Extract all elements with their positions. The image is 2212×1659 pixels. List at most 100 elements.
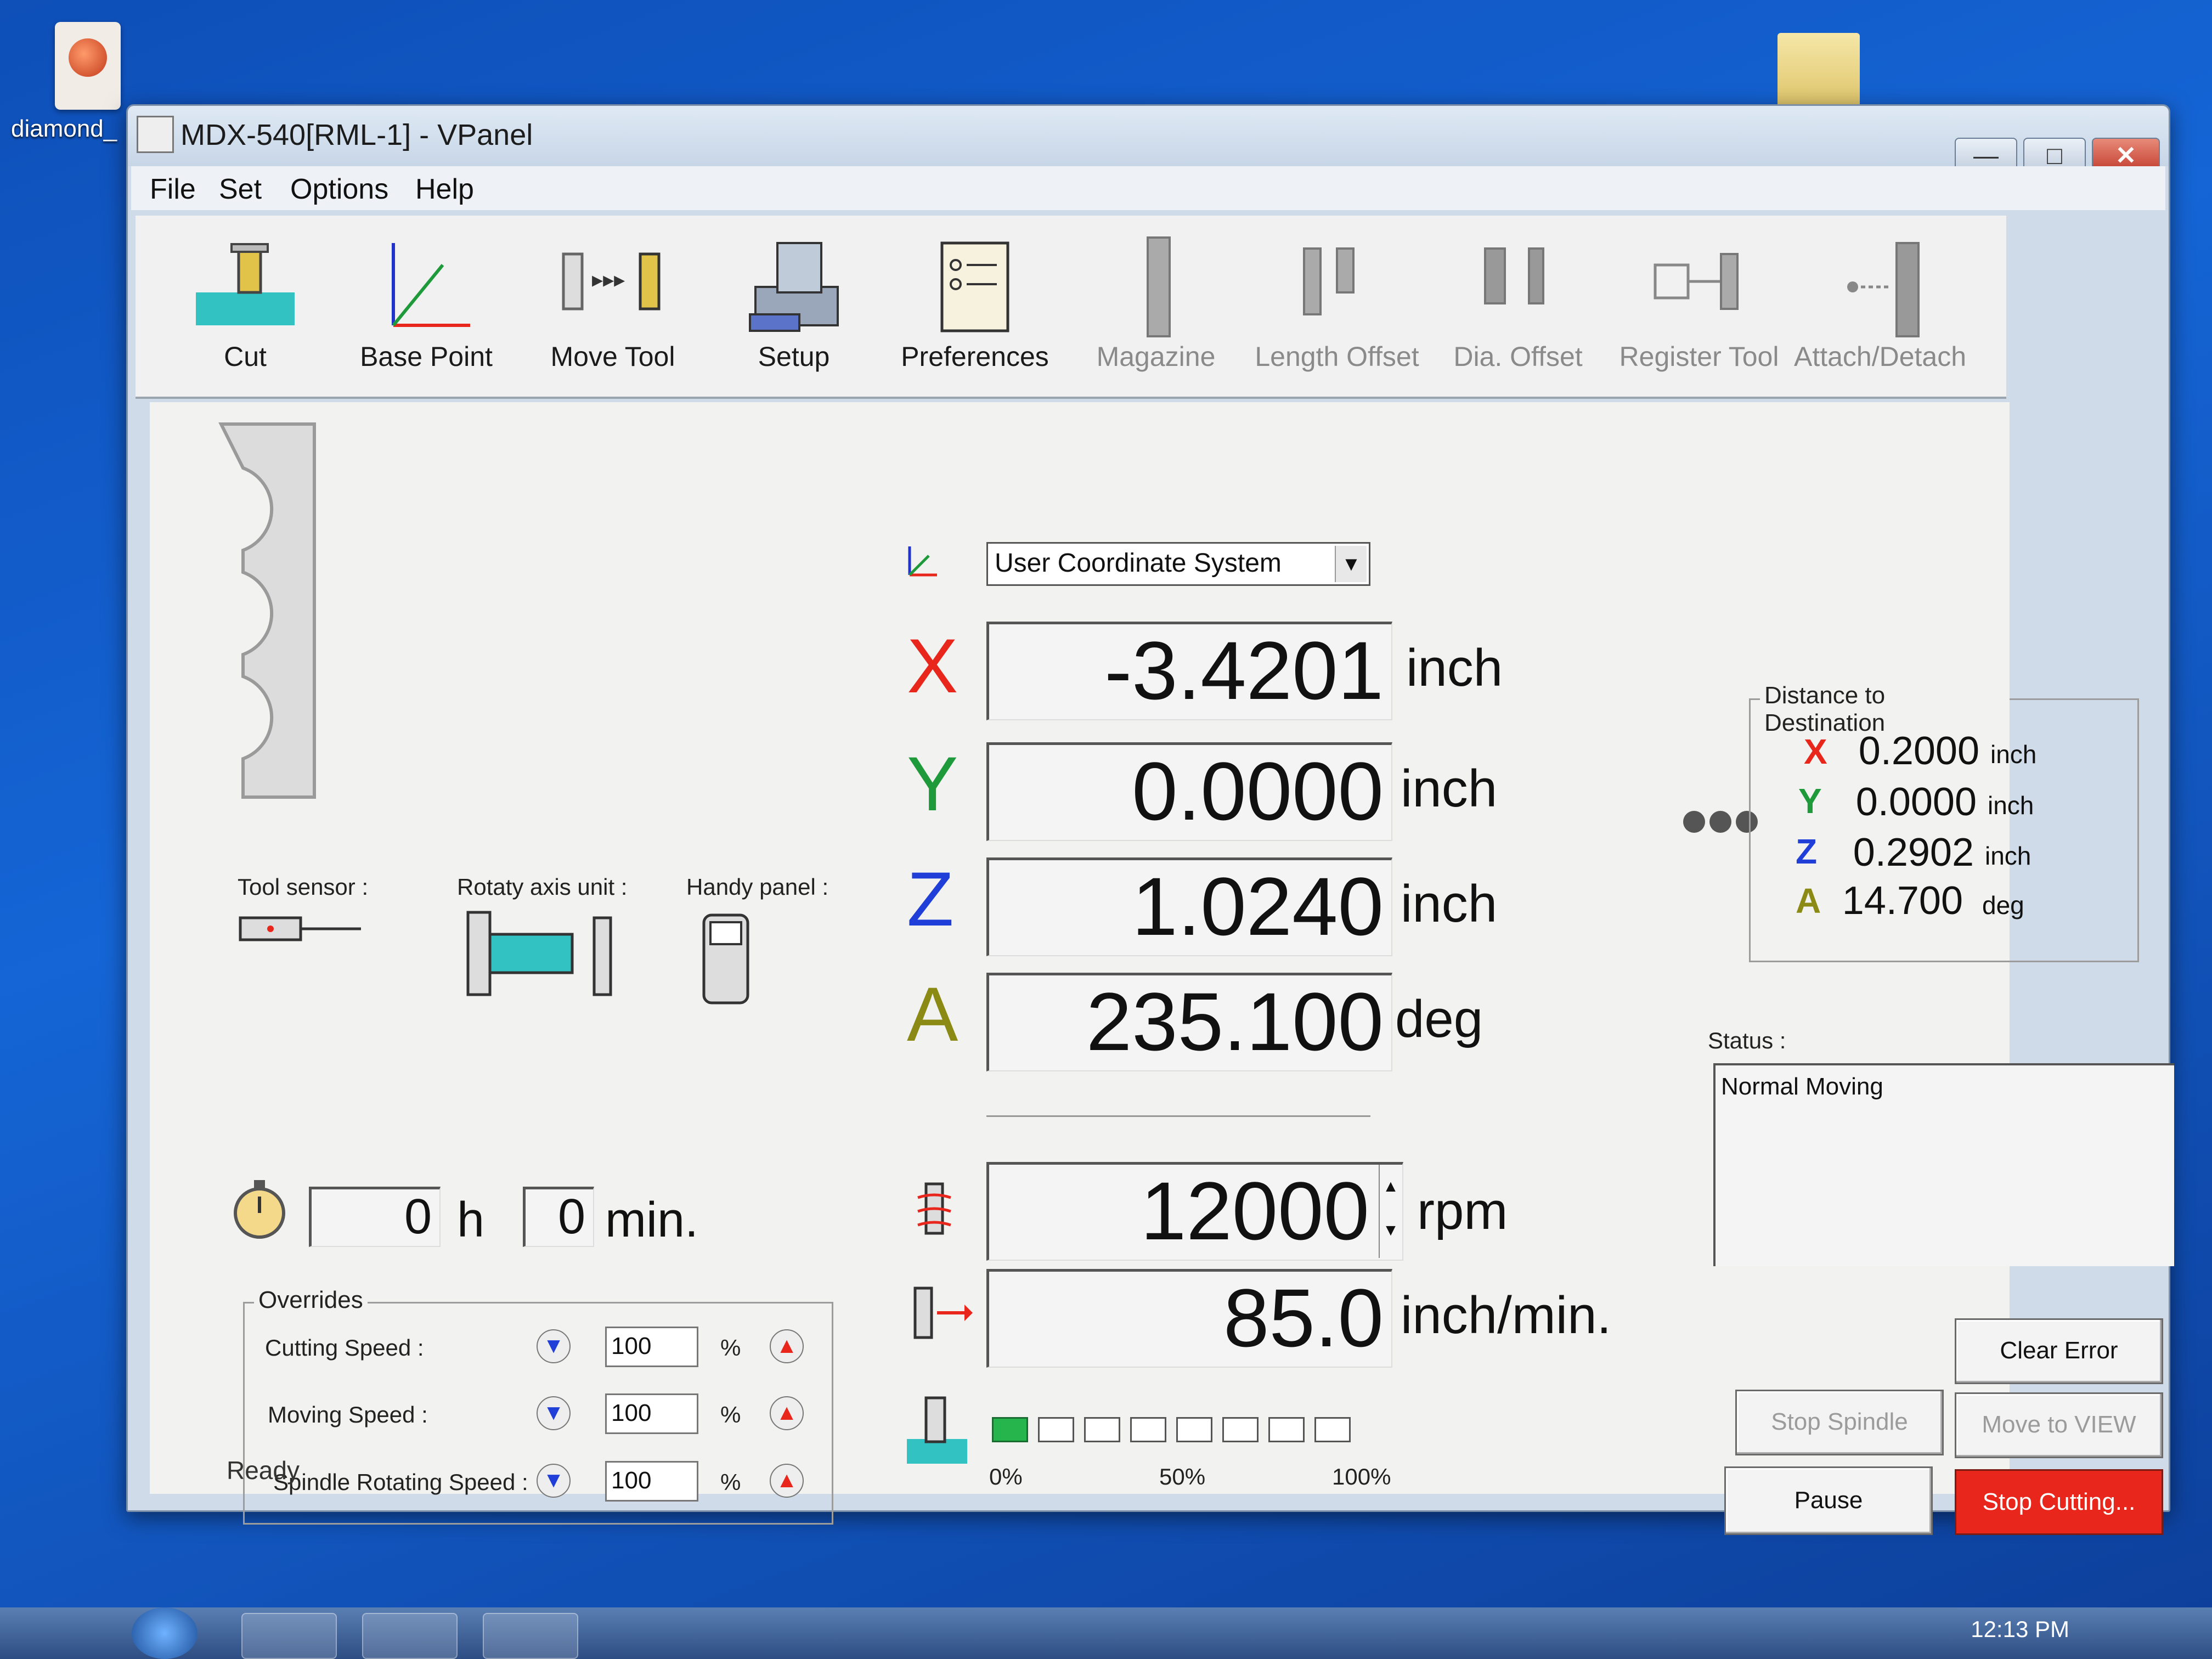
axis-z-value: 1.0240 xyxy=(986,857,1392,956)
status-label: Status : xyxy=(1708,1028,1786,1053)
title-bar[interactable]: MDX-540[RML-1] - VPanel — □ ✕ xyxy=(128,106,2169,175)
magazine-icon xyxy=(1147,236,1171,337)
percent-label: % xyxy=(720,1402,741,1427)
start-button[interactable] xyxy=(132,1607,198,1659)
toolbar-cut[interactable]: Cut xyxy=(157,227,333,391)
length-offset-icon xyxy=(1303,247,1355,315)
attach-detach-icon xyxy=(1847,242,1920,337)
stop-cutting-button[interactable]: Stop Cutting... xyxy=(1955,1469,2163,1535)
progress-cell xyxy=(1084,1417,1120,1442)
progress-cell xyxy=(992,1417,1028,1442)
moving-speed-input[interactable]: 100 xyxy=(605,1393,698,1434)
increase-moving-speed-button[interactable]: ▲ xyxy=(770,1396,804,1430)
spindle-spinner[interactable]: ▲ ▼ xyxy=(1379,1165,1402,1258)
pause-button[interactable]: Pause xyxy=(1724,1466,1933,1535)
spindle-speed-value[interactable]: 12000 xyxy=(986,1162,1403,1261)
menu-bar: File Set Options Help xyxy=(131,166,2165,210)
progress-cell xyxy=(1222,1417,1259,1442)
menu-file[interactable]: File xyxy=(150,173,196,206)
toolbar-register-tool[interactable]: Register Tool xyxy=(1611,227,1787,391)
axis-y-letter: Y xyxy=(907,741,958,827)
toolbar: Cut Base Point ▸▸▸ Move Tool Setup Prefe… xyxy=(136,216,2006,399)
more-options-icon[interactable] xyxy=(1683,811,1758,836)
coordinate-system-value: User Coordinate System xyxy=(995,549,1282,578)
stopwatch-icon xyxy=(234,1180,285,1239)
axis-x-letter: X xyxy=(907,623,958,709)
taskbar-app-button[interactable] xyxy=(362,1613,458,1659)
tool-sensor-label: Tool sensor : xyxy=(238,874,369,900)
toolbar-attach-detach[interactable]: Attach/Detach xyxy=(1792,227,1968,391)
desktop-file-icon[interactable]: diamond_ xyxy=(11,22,137,143)
axis-y-unit: inch xyxy=(1401,759,1498,818)
progress-cell xyxy=(1314,1417,1351,1442)
override-row-label: Cutting Speed : xyxy=(265,1335,424,1361)
progress-label-100: 100% xyxy=(1332,1464,1391,1489)
desktop-icon-label: diamond_ xyxy=(11,115,117,142)
timer-hours: 0 xyxy=(309,1187,441,1247)
taskbar-vpanel-button[interactable] xyxy=(483,1613,578,1659)
axis-z-unit: inch xyxy=(1401,874,1498,933)
divider xyxy=(986,1115,1370,1117)
toolbar-base-point[interactable]: Base Point xyxy=(338,227,514,391)
main-panel: Tool sensor : Rotaty axis unit : Handy p… xyxy=(150,402,2174,1535)
rotary-axis-icon xyxy=(466,911,612,996)
taskbar-explorer-button[interactable] xyxy=(241,1613,337,1659)
dest-x-value: 0.2000 xyxy=(1858,729,1979,773)
progress-label-0: 0% xyxy=(989,1464,1023,1489)
increase-spindle-speed-button[interactable]: ▲ xyxy=(770,1464,804,1498)
toolbar-preferences[interactable]: Preferences xyxy=(887,227,1063,391)
toolbar-setup[interactable]: Setup xyxy=(706,227,882,391)
chevron-down-icon[interactable]: ▼ xyxy=(1335,546,1367,582)
stop-spindle-button[interactable]: Stop Spindle xyxy=(1735,1390,1944,1455)
axis-a-letter: A xyxy=(907,971,958,1057)
dest-a-value: 14.700 xyxy=(1842,879,1963,923)
magazine-illustration-icon xyxy=(218,422,316,799)
taskbar: 12:13 PM xyxy=(0,1607,2212,1659)
dia-offset-icon xyxy=(1484,247,1544,304)
menu-options[interactable]: Options xyxy=(290,173,388,206)
progress-cell xyxy=(1130,1417,1166,1442)
decrease-cutting-speed-button[interactable]: ▼ xyxy=(537,1329,571,1363)
clear-error-button[interactable]: Clear Error xyxy=(1955,1318,2163,1384)
toolbar-length-offset[interactable]: Length Offset xyxy=(1249,227,1425,391)
override-row-label: Spindle Rotating Speed : xyxy=(273,1469,528,1495)
spindle-speed-input[interactable]: 100 xyxy=(605,1461,698,1502)
timer-minutes: 0 xyxy=(523,1187,594,1247)
decrease-moving-speed-button[interactable]: ▼ xyxy=(537,1396,571,1430)
increase-cutting-speed-button[interactable]: ▲ xyxy=(770,1329,804,1363)
axis-y-value: 0.0000 xyxy=(986,742,1392,841)
dest-y-value: 0.0000 xyxy=(1855,780,1977,824)
axis-x-value: -3.4201 xyxy=(986,622,1392,720)
axis-x-unit: inch xyxy=(1406,639,1503,697)
axis-z-letter: Z xyxy=(907,856,954,942)
menu-set[interactable]: Set xyxy=(219,173,262,206)
cutting-speed-input[interactable]: 100 xyxy=(605,1327,698,1367)
svg-text:▸▸▸: ▸▸▸ xyxy=(592,267,625,292)
spindle-unit: rpm xyxy=(1417,1182,1508,1240)
window-title: MDX-540[RML-1] - VPanel xyxy=(180,119,533,151)
toolbar-magazine[interactable]: Magazine xyxy=(1068,227,1244,391)
progress-cell xyxy=(1038,1417,1074,1442)
status-box: Normal Moving xyxy=(1713,1063,2174,1266)
axis-a-unit: deg xyxy=(1395,990,1483,1048)
decrease-spindle-speed-button[interactable]: ▼ xyxy=(537,1464,571,1498)
dest-y-unit: inch xyxy=(1988,791,2034,820)
coordinate-system-icon xyxy=(908,546,937,577)
dest-a-unit: deg xyxy=(1982,891,2024,919)
progress-cell xyxy=(1176,1417,1212,1442)
timer-hours-label: h xyxy=(457,1193,485,1248)
override-row-label: Moving Speed : xyxy=(268,1402,428,1427)
move-to-view-button[interactable]: Move to VIEW xyxy=(1955,1392,2163,1458)
cutting-progress-icon xyxy=(907,1396,967,1464)
progress-label-50: 50% xyxy=(1159,1464,1206,1489)
feed-rate-icon xyxy=(913,1286,973,1339)
dest-z-value: 0.2902 xyxy=(1853,831,1974,874)
toolbar-dia-offset[interactable]: Dia. Offset xyxy=(1430,227,1606,391)
coordinate-system-select[interactable]: User Coordinate System ▼ xyxy=(986,542,1370,586)
timer-minutes-label: min. xyxy=(605,1193,699,1248)
progress-cell xyxy=(1268,1417,1305,1442)
app-icon xyxy=(137,116,174,153)
menu-help[interactable]: Help xyxy=(415,173,474,206)
toolbar-move-tool[interactable]: ▸▸▸ Move Tool xyxy=(525,227,701,391)
tool-sensor-icon xyxy=(239,916,361,941)
